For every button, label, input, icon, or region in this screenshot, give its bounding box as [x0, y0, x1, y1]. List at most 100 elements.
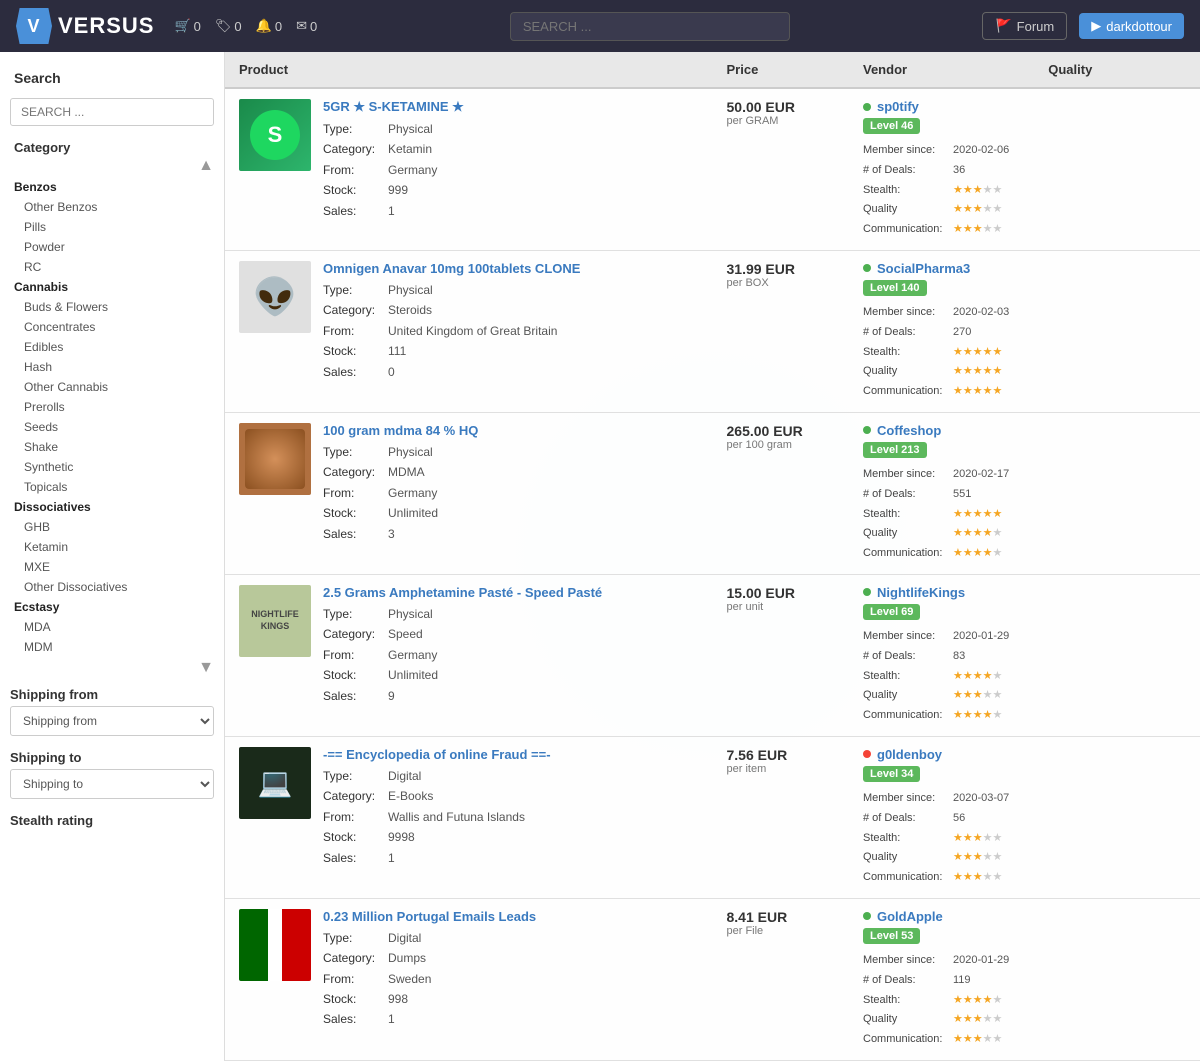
category-item[interactable]: Other Cannabis [0, 377, 224, 397]
scroll-up-icon[interactable]: ▲ [198, 157, 214, 175]
forum-button[interactable]: 🚩 Forum [982, 12, 1067, 40]
category-item[interactable]: RC [0, 257, 224, 277]
product-info: 100 gram mdma 84 % HQ Type:Physical Cate… [323, 423, 699, 544]
shipping-to-select[interactable]: Shipping to [10, 769, 214, 799]
product-name[interactable]: 0.23 Million Portugal Emails Leads [323, 909, 699, 924]
scroll-down-icon[interactable]: ▼ [198, 659, 214, 677]
category-title: Category [0, 136, 224, 157]
logo[interactable]: V VERSUS [16, 8, 154, 44]
shipping-from-select[interactable]: Shipping from [10, 706, 214, 736]
product-name[interactable]: -== Encyclopedia of online Fraud ==- [323, 747, 699, 762]
vendor-level-badge: Level 140 [863, 280, 927, 296]
mail-icon[interactable]: ✉ 0 [296, 18, 317, 34]
category-item[interactable]: Buds & Flowers [0, 297, 224, 317]
quality-cell [1034, 250, 1200, 412]
quality-cell [1034, 898, 1200, 1060]
category-item[interactable]: Hash [0, 357, 224, 377]
vendor-meta: Member since:2020-01-29 # of Deals:83 St… [863, 627, 1020, 726]
product-cell: S 5GR ★ S-KETAMINE ★ Type:Physical Categ… [225, 89, 713, 231]
vendor-name[interactable]: SocialPharma3 [877, 261, 970, 276]
price-amount: 31.99 EUR [727, 261, 836, 277]
price-info: 8.41 EUR per File [713, 899, 850, 947]
table-row: 100 gram mdma 84 % HQ Type:Physical Cate… [225, 412, 1200, 574]
category-item[interactable]: Prerolls [0, 397, 224, 417]
col-price: Price [713, 52, 850, 88]
logo-icon: V [16, 8, 52, 44]
category-item[interactable]: Other Benzos [0, 197, 224, 217]
vendor-cell: GoldApple Level 53 Member since:2020-01-… [849, 898, 1034, 1060]
price-unit: per GRAM [727, 115, 836, 127]
product-name[interactable]: 5GR ★ S-KETAMINE ★ [323, 99, 699, 115]
category-item[interactable]: Edibles [0, 337, 224, 357]
category-item[interactable]: Shake [0, 437, 224, 457]
category-item[interactable]: Pills [0, 217, 224, 237]
vendor-name[interactable]: sp0tify [877, 99, 919, 114]
table-row: 💻 -== Encyclopedia of online Fraud ==- T… [225, 736, 1200, 898]
price-info: 31.99 EUR per BOX [713, 251, 850, 299]
price-info: 15.00 EUR per unit [713, 575, 850, 623]
product-details: Type:Digital Category:Dumps From:Sweden … [323, 928, 699, 1030]
vendor-name[interactable]: NightlifeKings [877, 585, 965, 600]
category-item[interactable]: Synthetic [0, 457, 224, 477]
category-item[interactable]: Ketamin [0, 537, 224, 557]
category-item[interactable]: Seeds [0, 417, 224, 437]
shipping-to-section: Shipping to Shipping to [0, 742, 224, 805]
col-product: Product [225, 52, 713, 88]
category-item[interactable]: Other Dissociatives [0, 577, 224, 597]
search-section-title: Search [0, 64, 224, 92]
vendor-name[interactable]: g0ldenboy [877, 747, 942, 762]
product-details: Type:Digital Category:E-Books From:Walli… [323, 766, 699, 868]
table-row: 👽 Omnigen Anavar 10mg 100tablets CLONE T… [225, 250, 1200, 412]
product-name[interactable]: 100 gram mdma 84 % HQ [323, 423, 699, 438]
category-item[interactable]: GHB [0, 517, 224, 537]
stealth-section: Stealth rating [0, 805, 224, 838]
vendor-info: GoldApple Level 53 Member since:2020-01-… [849, 899, 1034, 1060]
header-search-input[interactable] [510, 12, 790, 41]
category-item[interactable]: Topicals [0, 477, 224, 497]
product-name[interactable]: 2.5 Grams Amphetamine Pasté - Speed Past… [323, 585, 699, 600]
sidebar-search-wrap [0, 92, 224, 136]
table-row: S 5GR ★ S-KETAMINE ★ Type:Physical Categ… [225, 88, 1200, 250]
product-cell: 💻 -== Encyclopedia of online Fraud ==- T… [225, 737, 713, 878]
product-info: Omnigen Anavar 10mg 100tablets CLONE Typ… [323, 261, 699, 382]
tags-icon[interactable]: 🏷 0 [215, 18, 242, 34]
vendor-name[interactable]: Coffeshop [877, 423, 941, 438]
product-details: Type:Physical Category:Steroids From:Uni… [323, 280, 699, 382]
vendor-status-dot [863, 912, 871, 920]
vendor-level-badge: Level 69 [863, 604, 920, 620]
category-item[interactable]: Powder [0, 237, 224, 257]
product-cell-td: 0.23 Million Portugal Emails Leads Type:… [225, 898, 713, 1060]
category-item[interactable]: MDM [0, 637, 224, 657]
category-item[interactable]: Ecstasy [0, 597, 224, 617]
category-item[interactable]: Benzos [0, 177, 224, 197]
category-item[interactable]: MXE [0, 557, 224, 577]
quality-cell [1034, 574, 1200, 736]
header-icons: 🛒 0 🏷 0 🔔 0 ✉ 0 [174, 18, 317, 34]
product-details: Type:Physical Category:Speed From:German… [323, 604, 699, 706]
shipping-to-label: Shipping to [10, 750, 214, 765]
category-item[interactable]: Dissociatives [0, 497, 224, 517]
quality-cell [1034, 88, 1200, 250]
price-info: 7.56 EUR per item [713, 737, 850, 785]
vendor-status-dot [863, 103, 871, 111]
cart-icon[interactable]: 🛒 0 [174, 18, 200, 34]
vendor-meta: Member since:2020-02-06 # of Deals:36 St… [863, 141, 1020, 240]
product-cell-td: 👽 Omnigen Anavar 10mg 100tablets CLONE T… [225, 250, 713, 412]
product-name[interactable]: Omnigen Anavar 10mg 100tablets CLONE [323, 261, 699, 276]
bell-icon[interactable]: 🔔 0 [256, 18, 282, 34]
shipping-from-label: Shipping from [10, 687, 214, 702]
category-item[interactable]: Cannabis [0, 277, 224, 297]
sidebar-search-input[interactable] [10, 98, 214, 126]
vendor-info: g0ldenboy Level 34 Member since:2020-03-… [849, 737, 1034, 898]
quality-cell [1034, 412, 1200, 574]
table-row: NIGHTLIFEKINGS 2.5 Grams Amphetamine Pas… [225, 574, 1200, 736]
user-button[interactable]: ▶ darkdottour [1079, 13, 1184, 39]
category-item[interactable]: MDA [0, 617, 224, 637]
vendor-name[interactable]: GoldApple [877, 909, 943, 924]
category-list: BenzosOther BenzosPillsPowderRCCannabisB… [0, 177, 224, 657]
vendor-status-dot [863, 426, 871, 434]
price-unit: per BOX [727, 277, 836, 289]
vendor-level-badge: Level 53 [863, 928, 920, 944]
category-item[interactable]: Concentrates [0, 317, 224, 337]
vendor-level-badge: Level 213 [863, 442, 927, 458]
